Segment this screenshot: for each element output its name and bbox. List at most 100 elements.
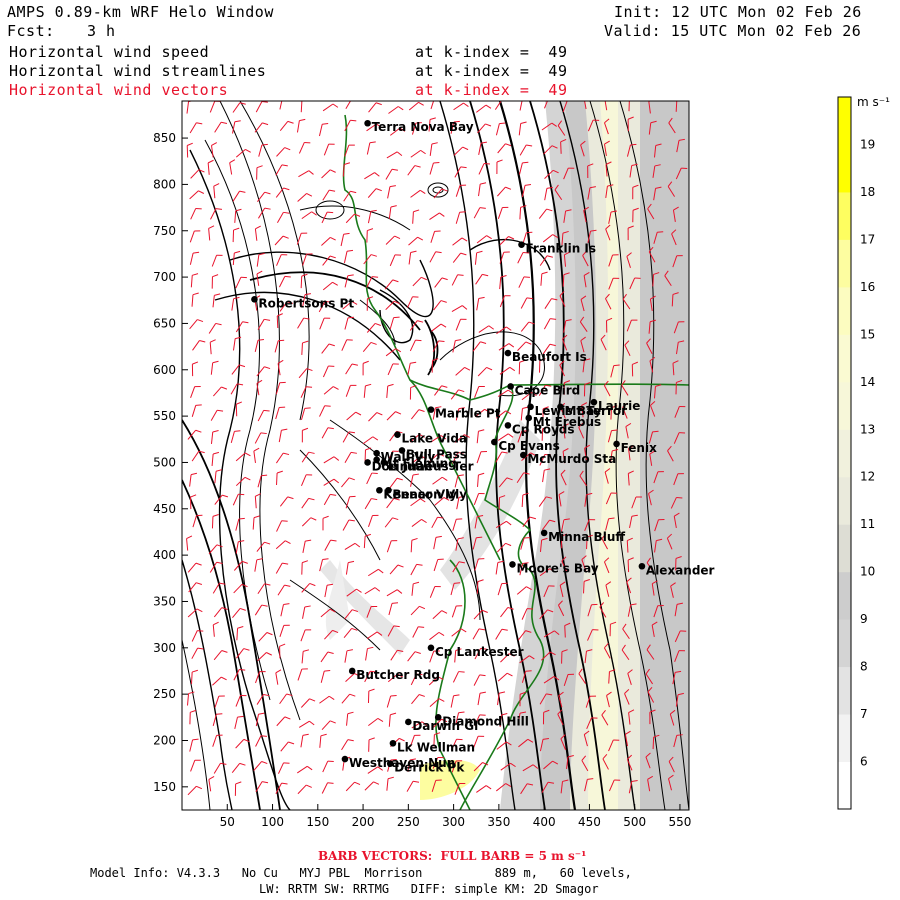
place-label: Derrick Pk [394, 761, 465, 775]
place-dot [373, 449, 380, 457]
x-tick-label: 250 [397, 815, 420, 829]
place-label: Marble Pt [435, 407, 501, 421]
x-tick-label: 200 [352, 815, 375, 829]
place-dot [638, 562, 646, 570]
place-dot [405, 718, 412, 726]
place-label: Laurie [598, 399, 640, 413]
x-tick-label: 450 [578, 815, 601, 829]
place-dot [520, 451, 527, 459]
place-dot [518, 241, 525, 248]
colorbar-bin [838, 524, 851, 573]
x-tick-label: 150 [306, 815, 329, 829]
colorbar-bin [838, 381, 851, 430]
colorbar-bin [838, 761, 851, 810]
colorbar-level-label: 14 [860, 375, 875, 389]
place-dot [427, 406, 435, 413]
place-label: Lk Wellman [397, 740, 475, 754]
y-tick-label: 250 [153, 687, 176, 701]
colorbar-level-label: 13 [860, 422, 875, 436]
place-label: Fenix [621, 441, 658, 455]
colorbar-level-label: 16 [860, 280, 875, 294]
colorbar-bin [838, 619, 851, 668]
place-label: Alexander [646, 563, 715, 577]
y-tick-label: 700 [153, 270, 176, 284]
colorbar-bin [838, 476, 851, 525]
place-dot [613, 440, 620, 448]
colorbar-level-label: 17 [860, 232, 875, 246]
colorbar-bin [838, 97, 851, 145]
place-label: Beaufort Is [512, 350, 587, 364]
colorbar-level-label: 19 [860, 137, 875, 151]
place-label: Cape Bird [515, 383, 581, 397]
colorbar-level-label: 15 [860, 327, 875, 341]
colorbar-bin [838, 286, 851, 335]
colorbar-level-label: 8 [860, 660, 868, 674]
wind-map: 50 100 150 200 250 300 350 400 450 500 550 850 800 7… [153, 95, 890, 829]
place-label: Butcher Rdg [356, 668, 440, 682]
y-tick-label: 600 [153, 363, 176, 377]
colorbar-unit: m s⁻¹ [857, 95, 890, 109]
model-info: Model Info: V4.3.3 No Cu MYJ PBL Morriso… [90, 866, 632, 880]
colorbar: 6 7 8 9 10 11 12 13 14 15 16 17 18 19 [838, 97, 875, 810]
place-dot [491, 438, 498, 446]
place-dot [373, 456, 380, 463]
physics-info: LW: RRTM SW: RRTMG DIFF: simple KM: 2D S… [259, 882, 599, 896]
place-label: Robertsons Pt [258, 296, 354, 310]
place-label: Cp Evans [498, 439, 559, 453]
x-tick-label: 50 [220, 815, 235, 829]
place-dot [504, 349, 512, 357]
place-dot [251, 296, 258, 303]
x-tick-label: 400 [533, 815, 556, 829]
y-tick-label: 650 [153, 316, 176, 330]
colorbar-bin [838, 191, 851, 240]
place-dot [389, 739, 397, 747]
place-label: Mt Fleming [381, 457, 457, 471]
place-dot [509, 561, 516, 568]
place-label: Cp Royds [512, 422, 575, 436]
colorbar-level-label: 11 [860, 517, 875, 531]
colorbar-level-label: 10 [860, 565, 875, 579]
colorbar-level-label: 7 [860, 707, 868, 721]
place-label: Beacon Vly [392, 487, 467, 501]
place-dot [507, 383, 514, 390]
colorbar-bin [838, 714, 851, 763]
place-dot [525, 414, 533, 422]
place-dot [385, 486, 392, 494]
barb-note: BARB VECTORS: FULL BARB = 5 m s⁻¹ [318, 849, 587, 863]
place-label: Moore's Bay [516, 561, 598, 575]
colorbar-bin [838, 429, 851, 478]
y-tick-label: 400 [153, 548, 176, 562]
y-tick-label: 450 [153, 502, 176, 516]
place-dot [527, 403, 534, 411]
colorbar-level-label: 9 [860, 612, 868, 626]
y-tick-label: 350 [153, 594, 176, 608]
y-tick-label: 150 [153, 780, 176, 794]
place-label: Terra Nova Bay [372, 120, 474, 134]
place-dot [590, 398, 598, 406]
y-tick-label: 500 [153, 455, 176, 469]
colorbar-bin [838, 666, 851, 715]
place-dot [504, 422, 512, 429]
x-tick-label: 550 [668, 815, 691, 829]
x-tick-label: 100 [261, 815, 284, 829]
y-tick-label: 800 [153, 177, 176, 191]
place-dot [394, 431, 401, 438]
place-dot [341, 755, 349, 763]
place-label: Franklin Is [526, 242, 597, 256]
place-dot [398, 447, 406, 454]
place-dot [364, 459, 371, 466]
colorbar-bin [838, 144, 851, 193]
y-tick-label: 850 [153, 131, 176, 145]
place-dot [386, 760, 394, 767]
x-tick-label: 300 [442, 815, 465, 829]
y-axis: 850 800 750 700 650 600 550 500 450 400 350 300 250 2… [153, 131, 188, 794]
y-tick-label: 750 [153, 224, 176, 238]
place-label: Lake Vida [401, 432, 467, 446]
place-label: McMurdo Sta [527, 452, 616, 466]
y-tick-label: 200 [153, 733, 176, 747]
colorbar-bin [838, 571, 851, 620]
place-dot [540, 529, 548, 537]
place-dot [364, 119, 371, 127]
place-dot [427, 644, 435, 652]
y-tick-label: 550 [153, 409, 176, 423]
